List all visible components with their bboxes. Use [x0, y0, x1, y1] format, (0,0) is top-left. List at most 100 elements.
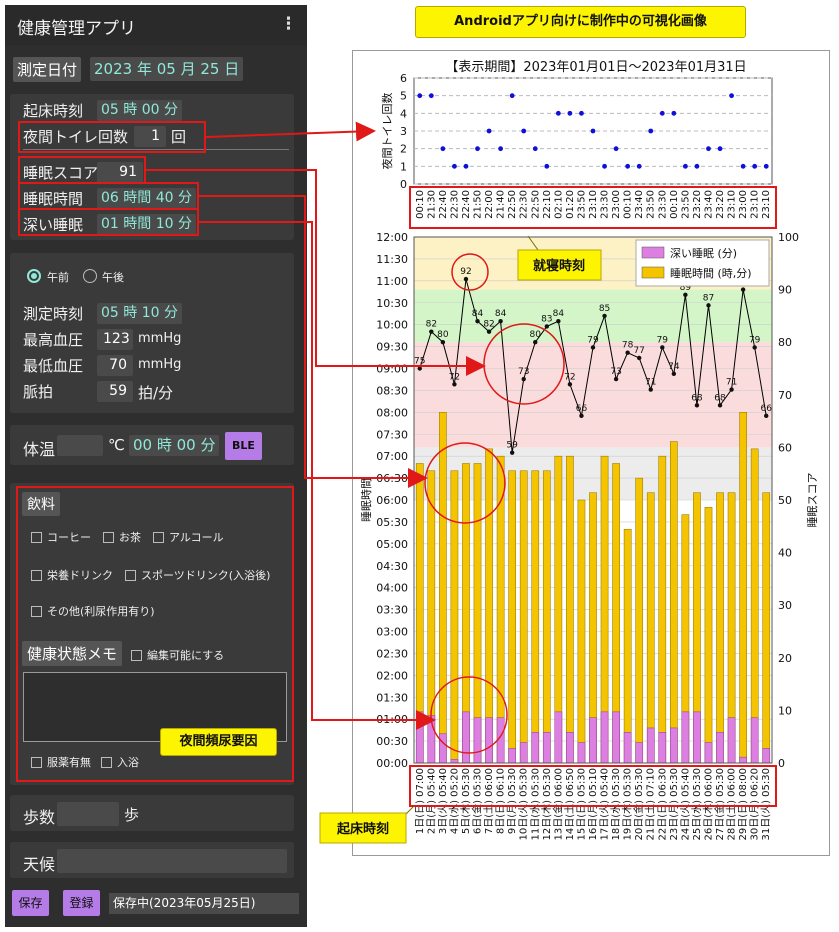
- score-data-label: 79: [587, 335, 599, 345]
- wake-tick-label: 13日(金) 06:00: [551, 768, 564, 841]
- score-data-label: 73: [610, 367, 621, 377]
- deep-sleep-bar: [612, 711, 620, 764]
- toilet-point: [532, 146, 538, 152]
- wake-tick-label: 9日(月) 05:30: [506, 768, 518, 834]
- sleep-y-tick: 02:30: [376, 647, 408, 660]
- bedtime-tick-label: 23:10: [750, 190, 761, 219]
- toilet-point: [729, 93, 734, 99]
- score-data-label: 82: [426, 320, 437, 330]
- bedtime-note-text: 就寝時刻: [533, 258, 585, 274]
- sleep-chart: 【表示期間】2023年01月01日〜2023年01月31日 0 1 2 3 4 5 6 夜間トイ…: [146, 60, 819, 844]
- score-point: [752, 345, 757, 350]
- sleep-y-tick: 08:30: [376, 384, 408, 397]
- sleep-y-tick: 04:00: [376, 582, 408, 595]
- score-point: [567, 382, 573, 387]
- toilet-y-label: 夜間トイレ回数: [380, 93, 394, 170]
- sleep-time-bar: [635, 477, 644, 764]
- sleep-y-tick: 09:30: [376, 341, 408, 354]
- toilet-point: [544, 163, 550, 169]
- score-data-label: 72: [449, 372, 460, 382]
- score-point: [683, 292, 688, 298]
- score-y-tick: 0: [778, 757, 785, 770]
- bedtime-tick-label: 22:30: [449, 190, 460, 219]
- bedtime-tick-label: 02:10: [553, 190, 564, 219]
- deep-sleep-bar: [531, 732, 540, 764]
- toilet-point: [717, 146, 723, 152]
- score-point: [625, 350, 630, 355]
- toilet-point: [613, 146, 619, 152]
- sleep-y-tick: 02:00: [376, 669, 408, 682]
- score-data-label: 83: [541, 314, 552, 324]
- wake-tick-label: 21日(土) 07:10: [644, 768, 657, 841]
- score-point: [729, 387, 734, 392]
- score-point: [440, 340, 446, 345]
- toilet-y-tick: 5: [400, 90, 407, 103]
- score-point: [486, 329, 492, 334]
- sleep-y-tick: 04:30: [376, 560, 408, 573]
- deep-sleep-bar: [658, 732, 667, 764]
- bedtime-tick-label: 01:20: [565, 190, 576, 219]
- score-data-label: 68: [691, 393, 703, 403]
- score-point: [521, 376, 526, 382]
- toilet-point: [671, 110, 677, 116]
- score-y-tick: 60: [778, 441, 792, 454]
- toilet-y-tick: 3: [400, 125, 407, 138]
- score-y-tick: 90: [778, 284, 792, 297]
- toilet-point: [602, 163, 607, 169]
- toilet-y-tick: 0: [400, 178, 407, 191]
- toilet-point: [590, 128, 596, 134]
- score-y-tick: 70: [778, 389, 792, 402]
- score-data-label: 66: [760, 404, 772, 414]
- score-data-label: 66: [576, 404, 588, 414]
- deep-sleep-bar: [681, 711, 690, 764]
- wake-tick-label: 22日(日) 06:30: [657, 768, 668, 841]
- bedtime-tick-label: 23:10: [727, 190, 738, 219]
- sleep-y-tick: 09:00: [376, 363, 408, 376]
- score-point: [717, 403, 723, 408]
- score-point: [764, 413, 769, 419]
- sleep-time-bar: [750, 448, 759, 764]
- sleep-y-tick: 00:30: [376, 735, 408, 748]
- score-data-label: 71: [645, 378, 656, 388]
- score-y-tick: 80: [778, 336, 792, 349]
- score-data-label: 79: [657, 335, 669, 345]
- sleep-y-tick: 10:00: [376, 319, 408, 332]
- score-point: [602, 313, 607, 319]
- deep-sleep-bar: [727, 717, 736, 764]
- deep-sleep-bar: [519, 742, 528, 764]
- sleep-y-tick: 03:30: [376, 604, 408, 617]
- score-data-label: 92: [460, 267, 471, 277]
- sleep-time-bar: [519, 470, 528, 764]
- bedtime-tick-label: 21:50: [473, 190, 484, 219]
- bedtime-tick-label: 23:40: [634, 190, 645, 219]
- sleep-time-bar: [739, 412, 747, 764]
- bedtime-tick-label: 00:10: [623, 190, 634, 219]
- bedtime-tick-label: 23:00: [738, 190, 749, 219]
- sleep-time-bar: [508, 470, 516, 764]
- score-data-label: 68: [714, 393, 726, 403]
- wake-note-text: 起床時刻: [336, 821, 389, 837]
- deep-sleep-bar: [739, 756, 747, 764]
- sleep-y-tick: 05:00: [376, 538, 408, 551]
- score-y-tick: 20: [778, 652, 792, 665]
- score-y-tick: 40: [778, 547, 792, 560]
- bedtime-tick-label: 23:50: [680, 190, 691, 219]
- bedtime-tick-label: 23:40: [703, 190, 714, 219]
- wake-tick-label: 7日(土) 06:00: [482, 768, 495, 834]
- score-data-label: 59: [506, 441, 518, 451]
- deep-sleep-bar: [554, 711, 563, 764]
- wake-tick-label: 17日(火) 05:40: [599, 768, 611, 841]
- bedtime-tick-label: 22:50: [530, 190, 541, 219]
- toilet-point: [555, 110, 561, 116]
- wake-tick-label: 12日(木) 05:30: [541, 768, 553, 841]
- toilet-point: [636, 163, 642, 169]
- wake-tick-label: 16日(月) 05:10: [587, 768, 599, 841]
- bedtime-tick-label: 22:10: [542, 190, 553, 219]
- wake-tick-label: 30日(月) 06:20: [749, 768, 761, 841]
- wake-tick-label: 23日(月) 05:30: [668, 768, 680, 841]
- score-data-label: 84: [472, 309, 484, 319]
- wake-tick-label: 4日(水) 05:20: [448, 768, 460, 834]
- deep-sleep-bar: [485, 717, 493, 764]
- toilet-point: [625, 163, 631, 169]
- wake-tick-label: 8日(日) 06:10: [496, 768, 507, 834]
